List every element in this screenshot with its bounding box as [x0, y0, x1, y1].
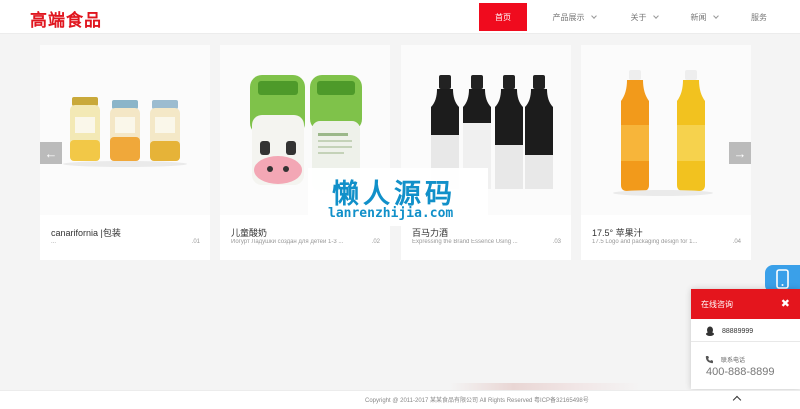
qq-icon	[706, 326, 714, 336]
product-card[interactable]: 百马力酒 Expressing the Brand Essence Using …	[401, 45, 571, 260]
footer: Copyright @ 2011-2017 某某食品有限公司 All Right…	[0, 390, 800, 409]
chevron-down-icon	[652, 12, 659, 19]
product-index: .03	[552, 239, 561, 245]
product-title: 百马力酒	[412, 228, 449, 238]
top-bar: 高端食品 首页 产品展示 关于 新闻 服务	[0, 0, 800, 34]
product-title: 17.5° 苹果汁	[592, 228, 643, 238]
qq-number: 88889999	[722, 327, 754, 335]
qq-contact[interactable]: 88889999	[705, 326, 753, 336]
product-index: .02	[371, 239, 380, 245]
product-card[interactable]: 17.5° 苹果汁 17.5 Logo and packaging design…	[581, 45, 751, 260]
copyright-text: Copyright @ 2011-2017 某某食品有限公司 All Right…	[365, 398, 589, 404]
product-card[interactable]: 儿童酸奶 Йогурт Ладушки создан для детей 1-3…	[220, 45, 390, 260]
brand-logo[interactable]: 高端食品	[30, 6, 102, 31]
product-image-honey-jars	[40, 45, 210, 215]
product-image-orange-juice-bottles	[581, 45, 751, 215]
product-card[interactable]: canarifornia |包装 ... .01	[40, 45, 210, 260]
product-subtitle: Expressing the Brand Essence Using ...	[412, 239, 518, 245]
product-subtitle: 17.5 Logo and packaging design for 1...	[592, 239, 698, 245]
product-title: 儿童酸奶	[231, 228, 268, 238]
consult-header: 在线咨询 ✖	[691, 289, 800, 319]
chevron-down-icon	[712, 12, 719, 19]
arrow-right-icon: →	[733, 145, 747, 161]
nav-item-label: 服务	[751, 12, 767, 22]
nav-item-label: 关于	[630, 12, 647, 22]
chevron-down-icon	[590, 12, 597, 19]
product-title: canarifornia |包装	[51, 228, 121, 238]
nav-item-label: 产品展示	[552, 12, 585, 22]
product-subtitle: ...	[51, 239, 57, 245]
nav-item-home[interactable]: 首页	[479, 3, 527, 31]
consult-title: 在线咨询	[701, 299, 733, 309]
product-index: .04	[732, 239, 741, 245]
tel-label: 联系电话	[721, 358, 746, 364]
phone-icon	[705, 356, 713, 364]
tel-label-row: 联系电话	[705, 355, 745, 364]
back-to-top-icon[interactable]	[732, 395, 742, 405]
nav-item-products[interactable]: 产品展示	[543, 3, 605, 31]
nav-item-service[interactable]: 服务	[739, 3, 779, 31]
main-nav: 首页 产品展示 关于 新闻 服务	[479, 0, 779, 34]
product-index: .01	[191, 239, 200, 245]
watermark-url: lanrenzhijia.com	[328, 206, 454, 221]
arrow-left-icon: ←	[44, 145, 58, 161]
watermark-overlay: 懒人源码 lanrenzhijia.com	[308, 168, 488, 226]
tel-number[interactable]: 400-888-8899	[706, 366, 775, 378]
divider	[691, 341, 800, 342]
nav-item-news[interactable]: 新闻	[679, 3, 729, 31]
product-subtitle: Йогурт Ладушки создан для детей 1-3 ...	[231, 239, 344, 245]
online-consult-panel: 在线咨询 ✖ 88889999 联系电话 400-888-8899	[691, 289, 800, 389]
carousel-prev-button[interactable]: ←	[40, 142, 62, 164]
nav-item-label: 首页	[495, 12, 511, 22]
close-icon[interactable]: ✖	[781, 297, 790, 310]
nav-item-about[interactable]: 关于	[619, 3, 669, 31]
nav-item-label: 新闻	[690, 12, 707, 22]
carousel-next-button[interactable]: →	[729, 142, 751, 164]
